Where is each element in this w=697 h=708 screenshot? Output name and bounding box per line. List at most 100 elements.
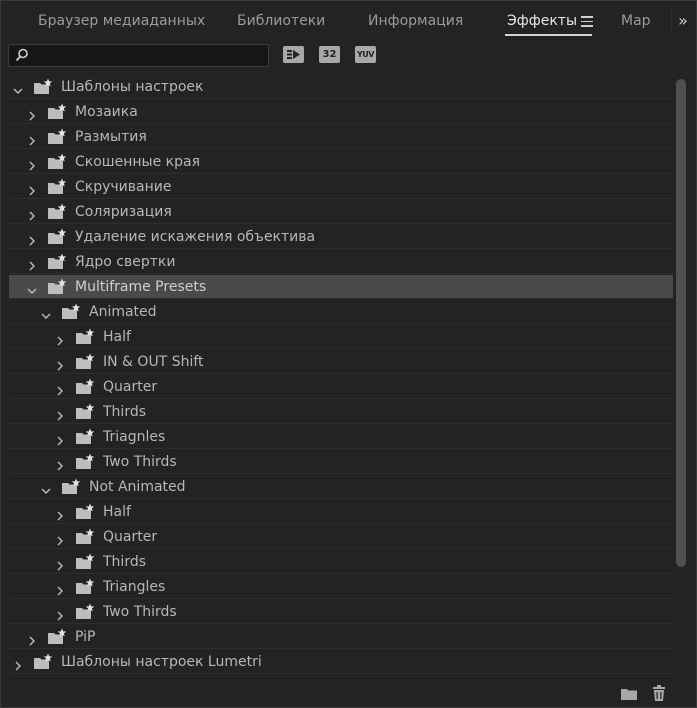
chevron-right-icon[interactable] (27, 256, 37, 271)
tree-item[interactable]: Multiframe Presets (9, 275, 673, 299)
tree-item-label: Удаление искажения объектива (75, 229, 316, 245)
tree-item[interactable]: Half (9, 500, 673, 524)
chevron-right-icon[interactable] (27, 156, 37, 171)
tree-item[interactable]: Animated (9, 300, 673, 324)
preset-folder-icon (75, 528, 95, 545)
chevron-right-icon[interactable] (55, 431, 65, 446)
tree-item[interactable]: Скошенные края (9, 150, 673, 174)
chevron-right-icon[interactable] (55, 331, 65, 346)
chevron-down-icon[interactable] (41, 306, 51, 319)
chevron-right-icon[interactable] (55, 506, 65, 521)
preset-folder-icon (47, 178, 67, 195)
tree-item[interactable]: Размытия (9, 125, 673, 149)
tree-item-label: Two Thirds (103, 604, 177, 620)
tree-item[interactable]: Thirds (9, 400, 673, 424)
32bit-effects-button[interactable]: 32 (319, 46, 340, 63)
tab-bar: Браузер медиаданных Библиотеки Информаци… (1, 1, 696, 41)
tree-item[interactable]: PiP (9, 625, 673, 649)
tree-item[interactable]: Two Thirds (9, 600, 673, 624)
tree-item-label: Quarter (103, 379, 158, 395)
tree-item[interactable]: Удаление искажения объектива (9, 225, 673, 249)
tree-item[interactable]: Мозаика (9, 100, 673, 124)
trash-icon[interactable] (652, 685, 666, 702)
tree-item-label: Ядро свертки (75, 254, 176, 270)
preset-folder-icon (47, 203, 67, 220)
preset-folder-icon (47, 253, 67, 270)
panel-menu-icon[interactable] (581, 16, 593, 27)
preset-folder-icon (75, 503, 95, 520)
chevron-right-icon[interactable] (55, 606, 65, 621)
scrollbar-thumb[interactable] (676, 79, 686, 567)
chevron-right-icon[interactable] (55, 531, 65, 546)
search-icon (15, 48, 28, 62)
tree-item[interactable]: Two Thirds (9, 450, 673, 474)
preset-folder-icon (33, 653, 53, 670)
chevron-right-icon[interactable] (55, 456, 65, 471)
tab-info[interactable]: Информация (368, 13, 463, 29)
preset-folder-icon (75, 403, 95, 420)
tree-item[interactable]: Соляризация (9, 200, 673, 224)
tree-item[interactable]: Шаблоны настроек (9, 75, 673, 99)
tree-item[interactable]: Quarter (9, 525, 673, 549)
chevron-right-icon[interactable] (55, 556, 65, 571)
tree-item-label: Animated (89, 304, 157, 320)
tree-item-label: Мозаика (75, 104, 138, 120)
tree-item-label: Half (103, 504, 131, 520)
preset-folder-icon (75, 553, 95, 570)
chevron-right-icon[interactable] (27, 131, 37, 146)
chevron-right-icon[interactable] (27, 181, 37, 196)
tree-item[interactable]: Triagnles (9, 425, 673, 449)
effects-tree: Шаблоны настроек Мозаика Размытия Скошенные… (9, 74, 673, 682)
search-field[interactable] (8, 44, 269, 68)
tree-item-label: Multiframe Presets (75, 279, 207, 295)
tab-media-browser[interactable]: Браузер медиаданных (38, 13, 205, 29)
chevron-right-icon[interactable] (55, 356, 65, 371)
chevron-right-icon[interactable] (55, 406, 65, 421)
tree-item[interactable]: Шаблоны настроек Lumetri (9, 650, 673, 674)
tab-overflow-button[interactable]: » (671, 9, 694, 33)
tree-item[interactable]: Thirds (9, 550, 673, 574)
accelerated-effects-button[interactable] (283, 46, 304, 63)
preset-folder-icon (75, 453, 95, 470)
search-input[interactable] (33, 45, 267, 68)
chevron-right-icon[interactable] (13, 656, 23, 671)
preset-folder-icon (47, 128, 67, 145)
tree-item[interactable]: Triangles (9, 575, 673, 599)
preset-folder-icon (61, 478, 81, 495)
tree-item[interactable]: Quarter (9, 375, 673, 399)
yuv-effects-button[interactable]: YUV (355, 46, 376, 63)
effects-panel: Браузер медиаданных Библиотеки Информаци… (0, 0, 697, 708)
tree-item[interactable]: Ядро свертки (9, 250, 673, 274)
preset-folder-icon (47, 228, 67, 245)
chevron-right-icon[interactable] (27, 206, 37, 221)
chevron-right-icon[interactable] (55, 581, 65, 596)
accelerated-effects-icon (284, 47, 303, 62)
preset-folder-icon (47, 153, 67, 170)
preset-folder-icon (47, 278, 67, 295)
chevron-down-icon[interactable] (41, 481, 51, 494)
tab-markers[interactable]: Мар (621, 13, 651, 29)
chevron-right-icon[interactable] (27, 106, 37, 121)
new-bin-icon[interactable] (620, 687, 638, 701)
tree-item[interactable]: IN & OUT Shift (9, 350, 673, 374)
tree-item-label: Размытия (75, 129, 147, 145)
chevron-right-icon[interactable] (55, 381, 65, 396)
tree-item-label: IN & OUT Shift (103, 354, 204, 370)
tree-item[interactable]: Not Animated (9, 475, 673, 499)
chevron-right-icon[interactable] (27, 631, 37, 646)
chevron-down-icon[interactable] (27, 281, 37, 294)
preset-folder-icon (47, 103, 67, 120)
tab-libraries[interactable]: Библиотеки (237, 13, 325, 29)
tab-effects[interactable]: Эффекты (507, 13, 577, 29)
tree-item[interactable]: Скручивание (9, 175, 673, 199)
preset-folder-icon (75, 603, 95, 620)
tree-item[interactable]: Half (9, 325, 673, 349)
tree-item-label: Triagnles (103, 429, 166, 445)
tree-item-label: Скошенные края (75, 154, 200, 170)
tree-item-label: Quarter (103, 529, 158, 545)
tree-item-label: Шаблоны настроек Lumetri (61, 654, 262, 670)
tree-item-label: Шаблоны настроек (61, 79, 204, 95)
chevron-down-icon[interactable] (13, 81, 23, 94)
tree-item-label: Thirds (103, 554, 147, 570)
chevron-right-icon[interactable] (27, 231, 37, 246)
